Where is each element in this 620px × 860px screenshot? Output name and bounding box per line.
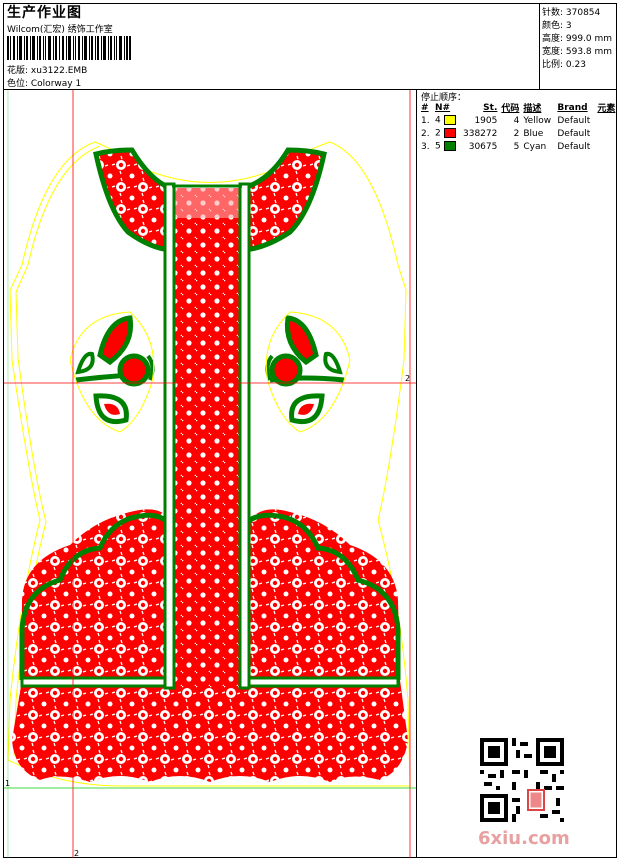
row-brand: Default (557, 115, 591, 126)
row-stitches: 30675 (468, 141, 498, 152)
col-element: 元素 (597, 104, 616, 114)
table-row: 3. 5 30675 5 Cyan Default (419, 140, 617, 153)
row-stitches: 338272 (463, 128, 498, 139)
rose-motif-right (265, 315, 345, 424)
row-index: 3. (421, 141, 430, 152)
row-element (595, 127, 617, 140)
axis-label-right: 2 (405, 374, 410, 383)
row-element (595, 140, 617, 153)
table-header-row: # N# St. 代码 描述 Brand 元素 (419, 101, 617, 115)
qr-code-icon (480, 738, 564, 822)
hem-band-left (20, 676, 174, 688)
row-index: 2. (421, 128, 430, 139)
color-swatch (443, 141, 456, 152)
rose-motif-left (75, 315, 155, 424)
col-code: 代码 (501, 104, 520, 114)
row-desc: Blue (523, 128, 544, 139)
stitch-count: 针数: 370854 (542, 8, 601, 18)
design-file-label: 花版: xu3122.EMB (7, 66, 88, 76)
table-row: 2. 2 338272 2 Blue Default (419, 127, 617, 140)
design-width: 宽度: 593.8 mm (542, 47, 613, 57)
row-code: 2 (513, 128, 520, 139)
embroidery-preview: 2 2 1 (4, 90, 416, 858)
color-swatch (443, 128, 456, 139)
row-needle: 5 (433, 140, 461, 153)
design-scale: 比例: 0.23 (542, 60, 586, 70)
row-code: 4 (513, 115, 520, 126)
center-band-right (238, 182, 251, 690)
row-code: 5 (513, 141, 520, 152)
col-brand: Brand (557, 102, 588, 113)
shoulder-left-lace (93, 147, 173, 253)
hem-band-right (240, 676, 400, 688)
col-stitches: St. (483, 102, 498, 113)
col-needle: N# (435, 102, 451, 113)
row-element (595, 114, 617, 127)
row-brand: Default (557, 128, 591, 139)
row-needle: 4 (433, 114, 461, 127)
sheet-title: 生产作业图 (7, 5, 82, 21)
row-needle: 2 (433, 127, 461, 140)
color-count: 颜色: 3 (542, 21, 572, 31)
stop-sequence-table: # N# St. 代码 描述 Brand 元素 1. 4 1905 4 Yell… (419, 101, 617, 153)
row-desc: Cyan (523, 141, 547, 152)
axis-label-bottom: 2 (74, 849, 79, 858)
col-desc: 描述 (523, 104, 542, 114)
center-band-left (163, 182, 176, 690)
company-name: Wilcom(汇宏) 绣饰工作室 (7, 25, 113, 35)
row-desc: Yellow (523, 115, 552, 126)
barcode-icon (7, 36, 131, 60)
axis-label-left: 1 (5, 779, 10, 788)
row-index: 1. (421, 115, 430, 126)
col-index: # (421, 102, 429, 113)
shoulder-right-lace (241, 147, 327, 253)
table-row: 1. 4 1905 4 Yellow Default (419, 114, 617, 127)
row-stitches: 1905 (474, 115, 498, 126)
row-brand: Default (557, 141, 591, 152)
colorway-label: 色位: Colorway 1 (7, 79, 82, 89)
center-panel-lace (172, 188, 242, 688)
color-swatch (443, 115, 456, 126)
design-height: 高度: 999.0 mm (542, 34, 613, 44)
site-logo: 6xiu.com (478, 828, 570, 849)
